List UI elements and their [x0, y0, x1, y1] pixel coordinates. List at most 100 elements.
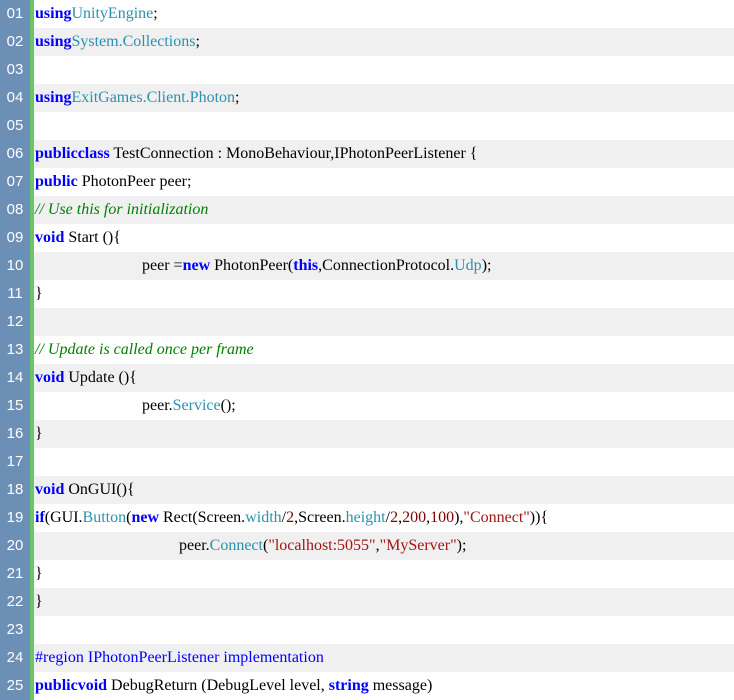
code-line[interactable]: 02 usingSystem.Collections; — [0, 28, 734, 56]
line-number: 11 — [7, 285, 23, 302]
code-line-content[interactable]: void Update (){ — [34, 364, 734, 392]
line-number-gutter: 12 — [0, 308, 30, 336]
code-line-content[interactable]: publicvoid DebugReturn (DebugLevel level… — [34, 672, 734, 700]
text-token: { — [127, 481, 135, 498]
code-line-content[interactable]: } — [34, 420, 734, 448]
code-line-content[interactable]: public PhotonPeer peer; — [34, 168, 734, 196]
code-line[interactable]: 12 — [0, 308, 734, 336]
code-line[interactable]: 14 void Update (){ — [0, 364, 734, 392]
code-line[interactable]: 04 usingExitGames.Client.Photon; — [0, 84, 734, 112]
code-line-content[interactable] — [34, 112, 734, 140]
code-line-content[interactable]: publicclass TestConnection : MonoBehavio… — [34, 140, 734, 168]
code-line[interactable]: 08 // Use this for initialization — [0, 196, 734, 224]
text-token: DebugReturn (DebugLevel level, — [107, 677, 329, 694]
keyword-token: new — [182, 257, 211, 274]
code-line[interactable]: 18 void OnGUI(){ — [0, 476, 734, 504]
code-line-content[interactable]: } — [34, 588, 734, 616]
code-line[interactable]: 11} — [0, 280, 734, 308]
code-line[interactable]: 21} — [0, 560, 734, 588]
line-number-gutter: 19 — [0, 504, 30, 532]
line-number-gutter: 17 — [0, 448, 30, 476]
number-token: 200 — [402, 509, 427, 526]
code-line[interactable]: 24 #region IPhotonPeerListener implementa… — [0, 644, 734, 672]
code-line[interactable]: 19 if(GUI.Button(new Rect(Screen.width/2,… — [0, 504, 734, 532]
code-line[interactable]: 01 usingUnityEngine; — [0, 0, 734, 28]
text-token: ; — [153, 5, 158, 22]
code-line-content[interactable]: void Start (){ — [34, 224, 734, 252]
line-number: 25 — [6, 677, 24, 694]
code-line[interactable]: 05 — [0, 112, 734, 140]
keyword-token: class — [77, 145, 110, 162]
text-token: PhotonPeer peer; — [77, 173, 192, 190]
code-line-content[interactable]: if(GUI.Button(new Rect(Screen.width/2,Sc… — [34, 504, 734, 532]
code-line-content[interactable]: // Use this for initialization — [34, 196, 734, 224]
text-token: ); — [456, 537, 467, 554]
text-token: TestConnection : MonoBehaviour,IPhotonPe… — [109, 145, 478, 162]
keyword-token: void — [35, 229, 65, 246]
code-text: usingSystem.Collections; — [35, 28, 200, 56]
code-line-content[interactable]: usingExitGames.Client.Photon; — [34, 84, 734, 112]
line-number: 08 — [6, 201, 24, 218]
text-token: } — [35, 565, 43, 582]
code-text: void OnGUI(){ — [35, 476, 135, 504]
type-token: Connect — [209, 537, 263, 554]
code-line[interactable]: 06 publicclass TestConnection : MonoBehav… — [0, 140, 734, 168]
code-line-content[interactable]: } — [34, 560, 734, 588]
code-line-content[interactable]: } — [34, 280, 734, 308]
code-text: #region IPhotonPeerListener implementati… — [35, 644, 324, 672]
line-number: 14 — [6, 369, 24, 386]
line-number-gutter: 09 — [0, 224, 30, 252]
code-line-content[interactable]: usingUnityEngine; — [34, 0, 734, 28]
code-line[interactable]: 17 — [0, 448, 734, 476]
code-line-content[interactable] — [34, 308, 734, 336]
code-text: } — [35, 420, 43, 448]
code-line-content[interactable]: usingSystem.Collections; — [34, 28, 734, 56]
text-token: peer. — [142, 397, 173, 414]
code-line[interactable]: 15 peer.Service(); — [0, 392, 734, 420]
code-line-content[interactable] — [34, 56, 734, 84]
code-line[interactable]: 22} — [0, 588, 734, 616]
code-line-content[interactable]: void OnGUI(){ — [34, 476, 734, 504]
code-line[interactable]: 25 publicvoid DebugReturn (DebugLevel lev… — [0, 672, 734, 700]
keyword-token: this — [293, 257, 319, 274]
code-text: } — [35, 588, 43, 616]
line-number-gutter: 25 — [0, 672, 30, 700]
line-number: 06 — [6, 145, 24, 162]
code-line-content[interactable]: peer =new PhotonPeer(this,ConnectionProt… — [34, 252, 734, 280]
code-text: } — [35, 280, 43, 308]
line-number-gutter: 10 — [0, 252, 30, 280]
code-line-content[interactable]: #region IPhotonPeerListener implementati… — [34, 644, 734, 672]
text-token: { — [129, 369, 137, 386]
line-number-gutter: 05 — [0, 112, 30, 140]
keyword-token: void — [35, 481, 65, 498]
code-line[interactable]: 03 — [0, 56, 734, 84]
code-line[interactable]: 20 peer.Connect("localhost:5055","MyServe… — [0, 532, 734, 560]
line-number: 16 — [6, 425, 24, 442]
code-line[interactable]: 16} — [0, 420, 734, 448]
text-token: message) — [368, 677, 433, 694]
code-line-content[interactable]: peer.Connect("localhost:5055","MyServer"… — [34, 532, 734, 560]
code-line[interactable]: 09 void Start (){ — [0, 224, 734, 252]
code-text: } — [35, 560, 43, 588]
code-line[interactable]: 13 // Update is called once per frame — [0, 336, 734, 364]
code-line[interactable]: 10 peer =new PhotonPeer(this,ConnectionPr… — [0, 252, 734, 280]
text-token: ), — [454, 509, 464, 526]
code-line-content[interactable] — [34, 616, 734, 644]
code-editor[interactable]: 01 usingUnityEngine; 02 usingSystem.Collect… — [0, 0, 734, 700]
code-line[interactable]: 23 — [0, 616, 734, 644]
text-token: Rect(Screen. — [159, 509, 246, 526]
code-line[interactable]: 07 public PhotonPeer peer; — [0, 168, 734, 196]
text-token: } — [35, 285, 43, 302]
line-number-gutter: 04 — [0, 84, 30, 112]
type-token: width — [245, 509, 282, 526]
code-line-content[interactable]: // Update is called once per frame — [34, 336, 734, 364]
line-number-gutter: 14 — [0, 364, 30, 392]
code-text: peer.Service(); — [142, 392, 236, 420]
number-token: 2 — [286, 509, 295, 526]
line-number-gutter: 06 — [0, 140, 30, 168]
line-number: 15 — [6, 397, 24, 414]
code-line-content[interactable]: peer.Service(); — [34, 392, 734, 420]
line-number-gutter: 16 — [0, 420, 30, 448]
text-token: ,ConnectionProtocol. — [318, 257, 455, 274]
code-line-content[interactable] — [34, 448, 734, 476]
